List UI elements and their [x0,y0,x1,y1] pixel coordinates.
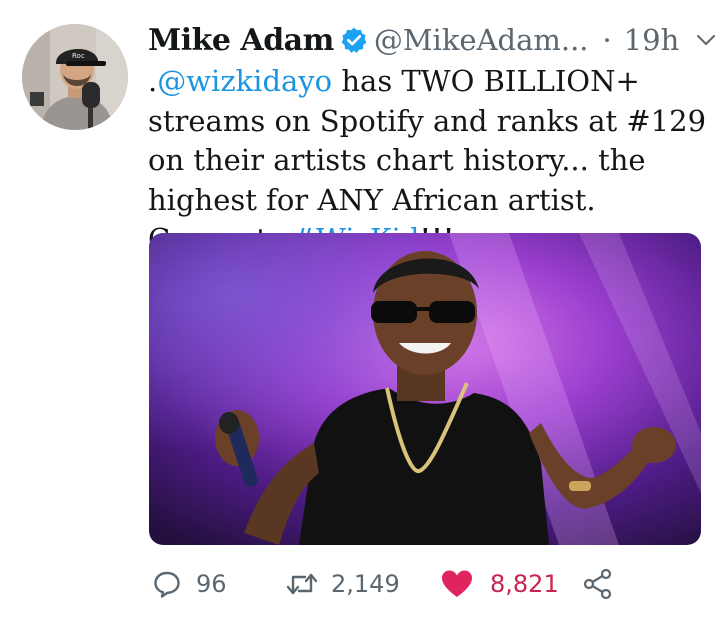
avatar-photo: Roc [22,24,128,130]
tweet-header: Mike Adam @MikeAdam... · 19h [148,18,716,62]
performer-photo [149,233,701,545]
author-handle[interactable]: @MikeAdam... [374,23,589,57]
timestamp[interactable]: 19h [624,23,680,57]
reply-icon [152,569,182,599]
author-name[interactable]: Mike Adam [148,23,334,58]
tweet-actions: 96 2,149 8,821 [150,562,690,606]
like-button[interactable]: 8,821 [440,562,559,606]
retweet-button[interactable]: 2,149 [285,562,400,606]
separator-dot: · [602,23,612,57]
tweet-text: .@wizkidayo has TWO BILLION+ streams on … [148,62,713,260]
avatar[interactable]: Roc [22,24,128,130]
retweet-icon [285,569,319,599]
text-prefix: . [148,64,158,98]
retweet-count: 2,149 [331,570,400,598]
share-icon [582,568,614,600]
chevron-down-icon[interactable] [695,29,717,51]
heart-icon [440,569,474,599]
mention-link[interactable]: @wizkidayo [157,64,332,98]
tweet-photo[interactable] [149,233,701,545]
like-count: 8,821 [490,570,559,598]
verified-badge-icon [340,26,368,54]
reply-button[interactable]: 96 [152,562,227,606]
reply-count: 96 [196,570,227,598]
svg-text:Roc: Roc [72,52,85,60]
share-button[interactable] [582,562,614,606]
